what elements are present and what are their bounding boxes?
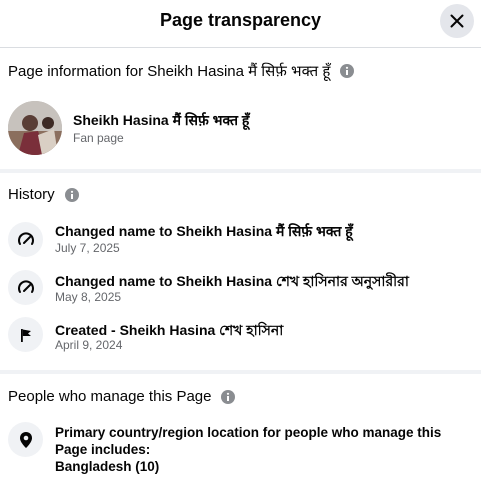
location-value: Bangladesh (10) [55, 459, 160, 474]
page-name[interactable]: Sheikh Hasina मैं सिर्फ़ भक्त हूँ [73, 111, 249, 130]
history-item-title: Changed name to Sheikh Hasina मैं सिर्फ़… [55, 223, 353, 239]
info-icon[interactable] [221, 389, 236, 404]
page-avatar[interactable] [8, 101, 62, 155]
close-button[interactable] [440, 4, 474, 38]
location-pin-icon [8, 422, 43, 457]
history-item-date: July 7, 2025 [55, 241, 120, 255]
section-divider [0, 370, 481, 374]
history-heading: History [8, 186, 79, 203]
managers-heading: People who manage this Page [8, 388, 236, 405]
rename-icon [8, 270, 43, 305]
info-icon[interactable] [340, 64, 355, 78]
avatar-image [8, 101, 62, 155]
info-icon[interactable] [64, 187, 79, 202]
section-divider [0, 169, 481, 173]
flag-icon [8, 317, 43, 352]
page-info-heading: Page information for Sheikh Hasina मैं स… [8, 61, 355, 81]
page-category: Fan page [73, 131, 124, 145]
rename-icon [8, 222, 43, 257]
page-info-heading-text: Page information for Sheikh Hasina मैं स… [8, 63, 331, 80]
location-label: Primary country/region location for peop… [55, 425, 442, 457]
history-item-date: May 8, 2025 [55, 290, 122, 304]
close-icon [450, 14, 464, 28]
history-item-date: April 9, 2024 [55, 338, 123, 352]
managers-heading-text: People who manage this Page [8, 388, 212, 405]
dialog-title: Page transparency [159, 10, 322, 30]
dialog-header: Page transparency [0, 0, 481, 48]
history-heading-text: History [8, 186, 55, 203]
